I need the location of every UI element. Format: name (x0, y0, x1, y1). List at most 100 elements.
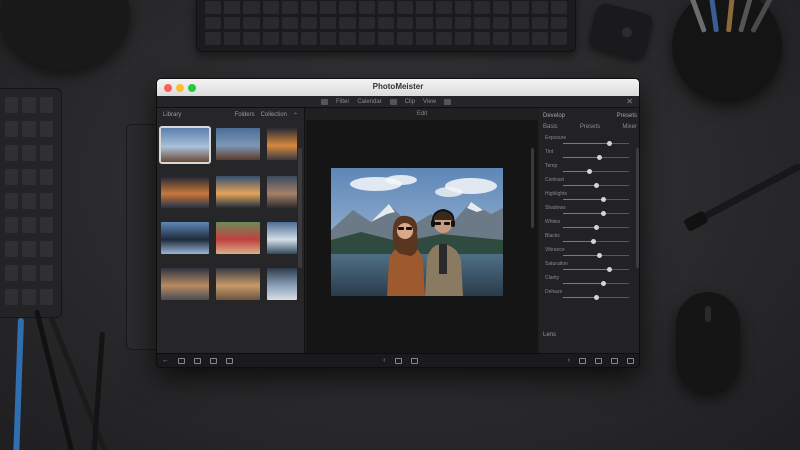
heal-icon[interactable] (410, 357, 418, 364)
slider-track[interactable] (563, 281, 629, 286)
slider-track[interactable] (563, 267, 629, 272)
slider-vibrance[interactable]: Vibrance (539, 246, 639, 260)
slider-label: Contrast (545, 177, 564, 183)
slider-knob[interactable] (587, 169, 593, 174)
slider-track[interactable] (563, 155, 629, 160)
prev-image-icon[interactable]: ‹ (383, 357, 385, 364)
grid-view-icon[interactable] (178, 357, 185, 364)
slider-track[interactable] (563, 141, 629, 146)
slider-label: Blacks (545, 233, 560, 239)
slider-knob[interactable] (594, 225, 599, 230)
slider-tint[interactable]: Tint (539, 148, 639, 162)
slider-highlights[interactable]: Highlights (539, 190, 639, 204)
panel-toggle-icon[interactable] (627, 357, 634, 364)
slider-shadows[interactable]: Shadows (539, 204, 639, 218)
thumbnail-couple-selfie[interactable] (159, 126, 211, 164)
slider-fill (563, 199, 603, 200)
slider-fill (563, 171, 590, 172)
main-photo[interactable] (331, 168, 503, 296)
thumbnail-shore-dusk[interactable] (161, 268, 209, 300)
slider-knob[interactable] (600, 281, 606, 286)
thumbnail-woman-portrait[interactable] (216, 222, 260, 254)
tab-presets[interactable]: Presets (580, 124, 600, 134)
slider-knob[interactable] (594, 183, 599, 188)
thumbnail-portrait-person[interactable] (267, 176, 297, 208)
slider-exposure[interactable]: Exposure (539, 134, 639, 148)
slider-contrast[interactable]: Contrast (539, 176, 639, 190)
slider-list: Exposure Tint Temp Contrast Highlights Shadow… (539, 134, 639, 302)
editor-scrollbar[interactable] (531, 148, 534, 228)
slider-knob[interactable] (600, 197, 606, 202)
thumbnail-couple-lake[interactable] (216, 128, 260, 160)
slider-knob[interactable] (594, 295, 599, 300)
thumbnail-lake-sunrise[interactable] (216, 176, 260, 208)
thumbnail-lake-dusk[interactable] (161, 176, 209, 208)
slider-track[interactable] (563, 295, 629, 300)
back-arrow-icon[interactable]: ← (162, 357, 169, 364)
library-scrollbar[interactable] (298, 148, 302, 268)
slider-clarity[interactable]: Clarity (539, 274, 639, 288)
presets-link[interactable]: Presets (617, 113, 637, 119)
chevron-up-icon[interactable]: ⌃ (293, 112, 298, 119)
slider-knob[interactable] (600, 211, 606, 216)
loupe-view-icon[interactable] (194, 357, 201, 364)
filmstrip-icon[interactable] (611, 357, 618, 364)
slider-knob[interactable] (607, 141, 613, 146)
slider-fill (563, 143, 610, 144)
clip-icon[interactable] (389, 98, 397, 105)
slider-track[interactable] (563, 169, 629, 174)
slider-fill (563, 241, 593, 242)
collection-tab[interactable]: Collection (261, 112, 287, 118)
slider-knob[interactable] (597, 253, 603, 258)
grid-icon[interactable] (443, 98, 451, 105)
slider-label: Temp (545, 163, 558, 169)
slider-knob[interactable] (590, 239, 596, 244)
compare-view-icon[interactable] (210, 357, 217, 364)
slider-fill (563, 227, 596, 228)
slider-label: Clarity (545, 275, 560, 281)
tab-mixer[interactable]: Mixer (622, 124, 637, 134)
slider-knob[interactable] (597, 155, 603, 160)
folders-tab[interactable]: Folders (235, 112, 255, 118)
slider-dehaze[interactable]: Dehaze (539, 288, 639, 302)
slider-label: Vibrance (545, 247, 565, 253)
tab-basic[interactable]: Basic (543, 124, 558, 134)
slider-track[interactable] (563, 225, 629, 230)
slider-track[interactable] (563, 253, 629, 258)
desk-brush-blue (13, 317, 24, 450)
desk-stylus (693, 162, 800, 225)
toolbar-icon[interactable] (321, 98, 328, 105)
thumbnail-mountain-mist[interactable] (267, 268, 297, 300)
menu-item-view[interactable]: View (423, 99, 436, 105)
menu-item-filter[interactable]: Filter (336, 99, 349, 105)
crop-icon[interactable] (394, 357, 402, 364)
next-image-icon[interactable]: › (568, 357, 570, 364)
adjustments-header: Develop Presets (539, 108, 639, 124)
slider-track[interactable] (563, 183, 629, 188)
slider-track[interactable] (563, 239, 629, 244)
adjustments-scrollbar[interactable] (636, 148, 639, 268)
adjustments-tabs: Basic Presets Mixer (539, 124, 639, 134)
thumbnail-desert-dusk[interactable] (216, 268, 260, 300)
slider-saturation[interactable]: Saturation (539, 260, 639, 274)
menu-item-calendar[interactable]: Calendar (357, 99, 381, 105)
slider-knob[interactable] (607, 267, 613, 272)
info-icon[interactable] (579, 357, 586, 364)
slider-blacks[interactable]: Blacks (539, 232, 639, 246)
warning-icon[interactable] (595, 357, 602, 364)
menu-item-clip[interactable]: Clip (405, 99, 415, 105)
thumbnail-mountain-lake[interactable] (267, 222, 297, 254)
slider-whites[interactable]: Whites (539, 218, 639, 232)
slider-track[interactable] (563, 211, 629, 216)
slider-fill (563, 269, 610, 270)
survey-view-icon[interactable] (226, 357, 233, 364)
close-icon[interactable]: ✕ (626, 97, 633, 106)
desk-puck (0, 0, 130, 70)
slider-label: Highlights (545, 191, 567, 197)
editor-header: Edit (306, 108, 538, 120)
slider-temp[interactable]: Temp (539, 162, 639, 176)
editor-canvas: Edit (306, 108, 538, 355)
slider-track[interactable] (563, 197, 629, 202)
thumbnail-road-sunset[interactable] (267, 128, 297, 160)
thumbnail-person-silhouette[interactable] (161, 222, 209, 254)
